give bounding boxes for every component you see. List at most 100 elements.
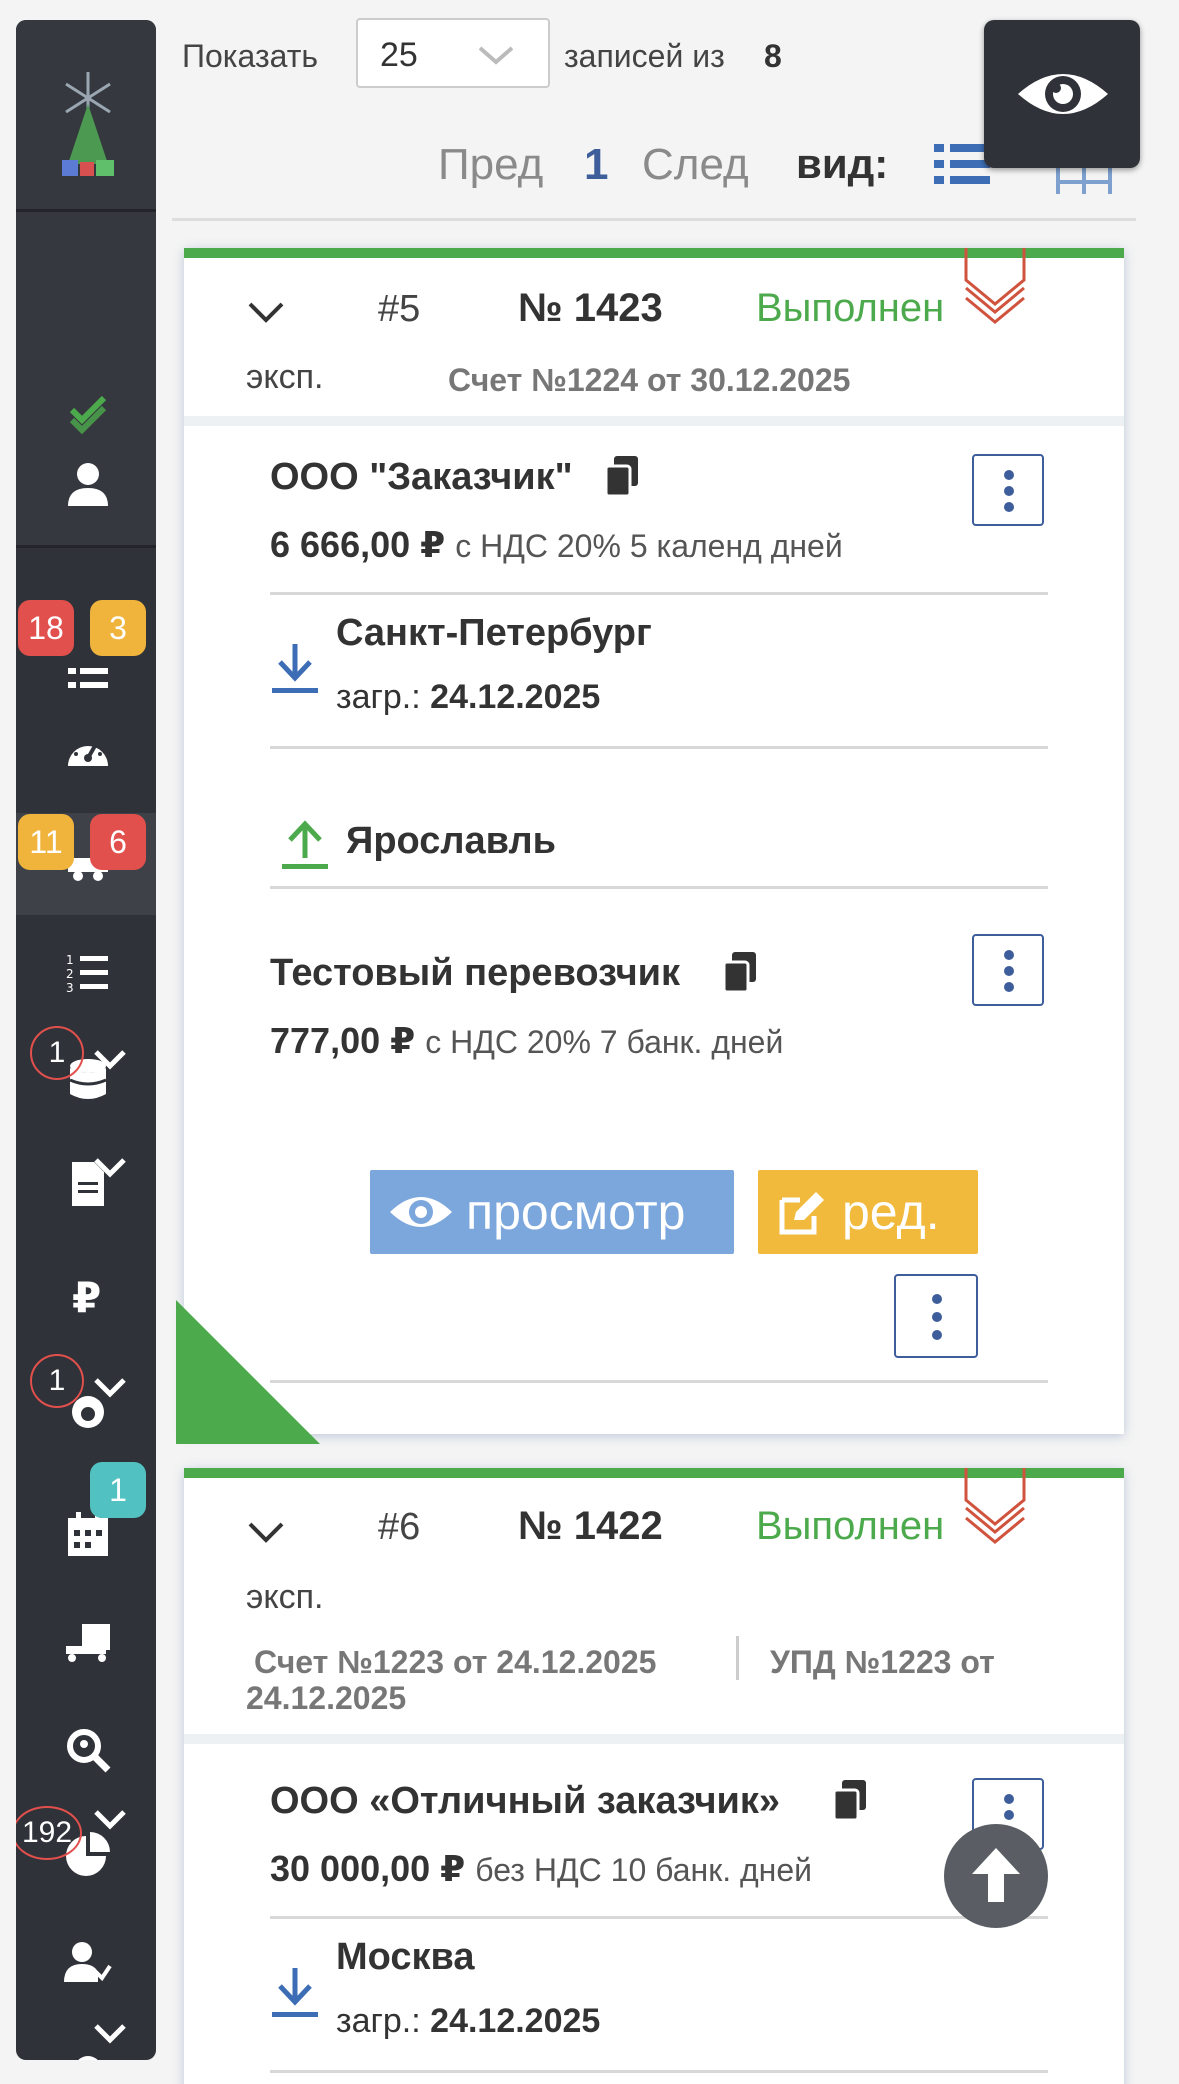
view-label: вид: [796, 140, 889, 187]
row-divider [270, 2070, 1048, 2073]
records-total: 8 [764, 38, 782, 74]
badge-calendar-count: 1 [90, 1462, 146, 1518]
sidebar-item-search-location[interactable] [64, 1726, 112, 1774]
badge-tasks-red: 18 [18, 600, 74, 656]
upload-icon [282, 820, 328, 869]
carrier-menu-button[interactable] [972, 934, 1044, 1006]
list-view-icon[interactable] [934, 140, 990, 188]
loading-date-row: загр.: 24.12.2025 [336, 678, 600, 717]
loading-date-label: загр.: [336, 2002, 421, 2040]
edit-order-label: ред. [842, 1184, 940, 1240]
numbered-list-icon: 123 [66, 953, 108, 995]
row-divider [270, 1916, 1048, 1919]
copy-icon[interactable] [722, 952, 758, 994]
grid-view-icon[interactable] [1056, 164, 1112, 194]
chevron-down-icon[interactable] [90, 1046, 130, 1076]
prev-page-link[interactable]: Пред [438, 140, 543, 190]
view-order-label: просмотр [466, 1184, 686, 1240]
order-type: эксп. [246, 358, 324, 396]
row-divider [270, 1380, 1048, 1383]
chevron-down-icon[interactable] [90, 1154, 130, 1184]
customer-menu-button[interactable] [972, 454, 1044, 526]
order-actions-menu-button[interactable] [894, 1274, 978, 1358]
loader-icon [66, 1624, 110, 1662]
copy-icon[interactable] [604, 456, 640, 498]
customer-amount: 30 000,00 ₽ [270, 1848, 466, 1889]
loading-city[interactable]: Москва [336, 1936, 475, 1979]
customer-terms: с НДС 20% 5 календ дней [455, 528, 843, 564]
order-index: #6 [378, 1506, 421, 1548]
search-location-icon [67, 1729, 111, 1773]
scroll-to-top-button[interactable] [944, 1824, 1048, 1928]
edit-icon [779, 1192, 824, 1235]
eye-icon [1018, 74, 1108, 114]
sidebar-user-block [16, 212, 156, 548]
order-type: эксп. [246, 1578, 324, 1616]
edit-order-button[interactable]: ред. [758, 1170, 978, 1254]
current-page[interactable]: 1 [584, 140, 608, 190]
order-card: #6 № 1422 Выполнен эксп. Счет №1223 от 2… [184, 1468, 1124, 2084]
completed-corner-marker [176, 1300, 320, 1444]
badge-tasks-yellow: 3 [90, 600, 146, 656]
badge-database-count: 1 [30, 1026, 84, 1080]
chevron-down-icon[interactable] [90, 1374, 130, 1404]
badge-transport-yellow: 11 [18, 814, 74, 870]
row-divider [270, 746, 1048, 749]
loading-date: 24.12.2025 [430, 2002, 601, 2040]
sidebar-item-dashboard[interactable] [64, 728, 112, 776]
header-separator [184, 416, 1124, 426]
sidebar-item-numbered-list[interactable]: 123 [64, 948, 112, 996]
sidebar-item-more[interactable] [64, 2046, 112, 2060]
priority-chevrons-icon [964, 248, 1026, 324]
loading-date: 24.12.2025 [430, 678, 601, 716]
unloading-city[interactable]: Ярославль [346, 820, 556, 863]
invoice-link[interactable]: Счет №1223 от 24.12.2025 [254, 1644, 656, 1681]
order-number[interactable]: № 1423 [518, 286, 663, 331]
loading-city[interactable]: Санкт-Петербург [336, 612, 652, 655]
sidebar-item-users[interactable] [64, 1938, 112, 1986]
invoice-link[interactable]: Счет №1224 от 30.12.2025 [448, 362, 850, 399]
download-icon [272, 1968, 318, 2017]
sidebar-item-finance[interactable]: ₽ [64, 1270, 112, 1322]
user-icon[interactable] [64, 460, 112, 508]
customer-payment: 30 000,00 ₽ без НДС 10 банк. дней [270, 1848, 812, 1890]
chevron-down-icon[interactable] [246, 1520, 286, 1546]
status-badge: Выполнен [756, 1504, 945, 1548]
upd-link[interactable]: УПД №1223 от [770, 1644, 995, 1681]
customer-name[interactable]: ООО «Отличный заказчик» [270, 1780, 780, 1823]
logo[interactable] [56, 64, 120, 184]
toggle-visibility-button[interactable] [984, 20, 1140, 168]
download-icon [272, 644, 318, 693]
show-label: Показать [182, 38, 319, 74]
customer-amount: 6 666,00 ₽ [270, 524, 446, 565]
customer-name[interactable]: ООО "Заказчик" [270, 456, 573, 499]
carrier-payment: 777,00 ₽ с НДС 20% 7 банк. дней [270, 1020, 783, 1062]
chevron-down-icon [478, 46, 514, 65]
chevron-down-icon[interactable] [246, 300, 286, 326]
carrier-name[interactable]: Тестовый перевозчик [270, 952, 680, 995]
page-size-select[interactable]: 25 [356, 18, 550, 88]
dashboard-icon [68, 742, 108, 766]
svg-text:2: 2 [66, 967, 74, 981]
status-badge: Выполнен [756, 286, 945, 330]
user-check-icon [64, 1942, 112, 1982]
docs-divider [736, 1636, 739, 1680]
row-divider [270, 886, 1048, 889]
order-number[interactable]: № 1422 [518, 1504, 663, 1549]
toolbar-divider [172, 218, 1136, 221]
loading-date-row: загр.: 24.12.2025 [336, 2002, 600, 2041]
order-index: #5 [378, 288, 421, 330]
chevron-down-icon[interactable] [90, 1806, 130, 1836]
carrier-terms: с НДС 20% 7 банк. дней [425, 1024, 784, 1060]
eye-icon [390, 1197, 452, 1227]
sidebar-item-loader[interactable] [64, 1616, 112, 1664]
copy-icon[interactable] [832, 1780, 868, 1822]
svg-text:₽: ₽ [72, 1273, 101, 1318]
next-page-link[interactable]: След [642, 140, 749, 190]
sidebar-header [16, 20, 156, 212]
view-order-button[interactable]: просмотр [370, 1170, 734, 1254]
order-card: #5 № 1423 Выполнен эксп. Счет №1224 от 3… [184, 248, 1124, 1434]
header-separator [184, 1734, 1124, 1744]
truck-icon [78, 2056, 98, 2060]
badge-transport-red: 6 [90, 814, 146, 870]
